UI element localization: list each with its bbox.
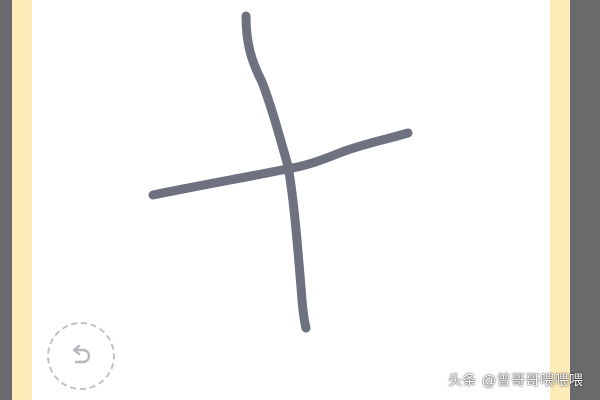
right-frame-border: [550, 0, 570, 400]
screen: 头条 @曾哥哥喂喂喂: [0, 0, 600, 400]
undo-button[interactable]: [47, 322, 115, 390]
left-frame-border: [12, 0, 32, 400]
undo-icon: [72, 344, 91, 364]
right-side-panel: [570, 0, 600, 400]
watermark-text: 头条 @曾哥哥喂喂喂: [448, 373, 584, 389]
left-side-panel: [0, 0, 12, 400]
